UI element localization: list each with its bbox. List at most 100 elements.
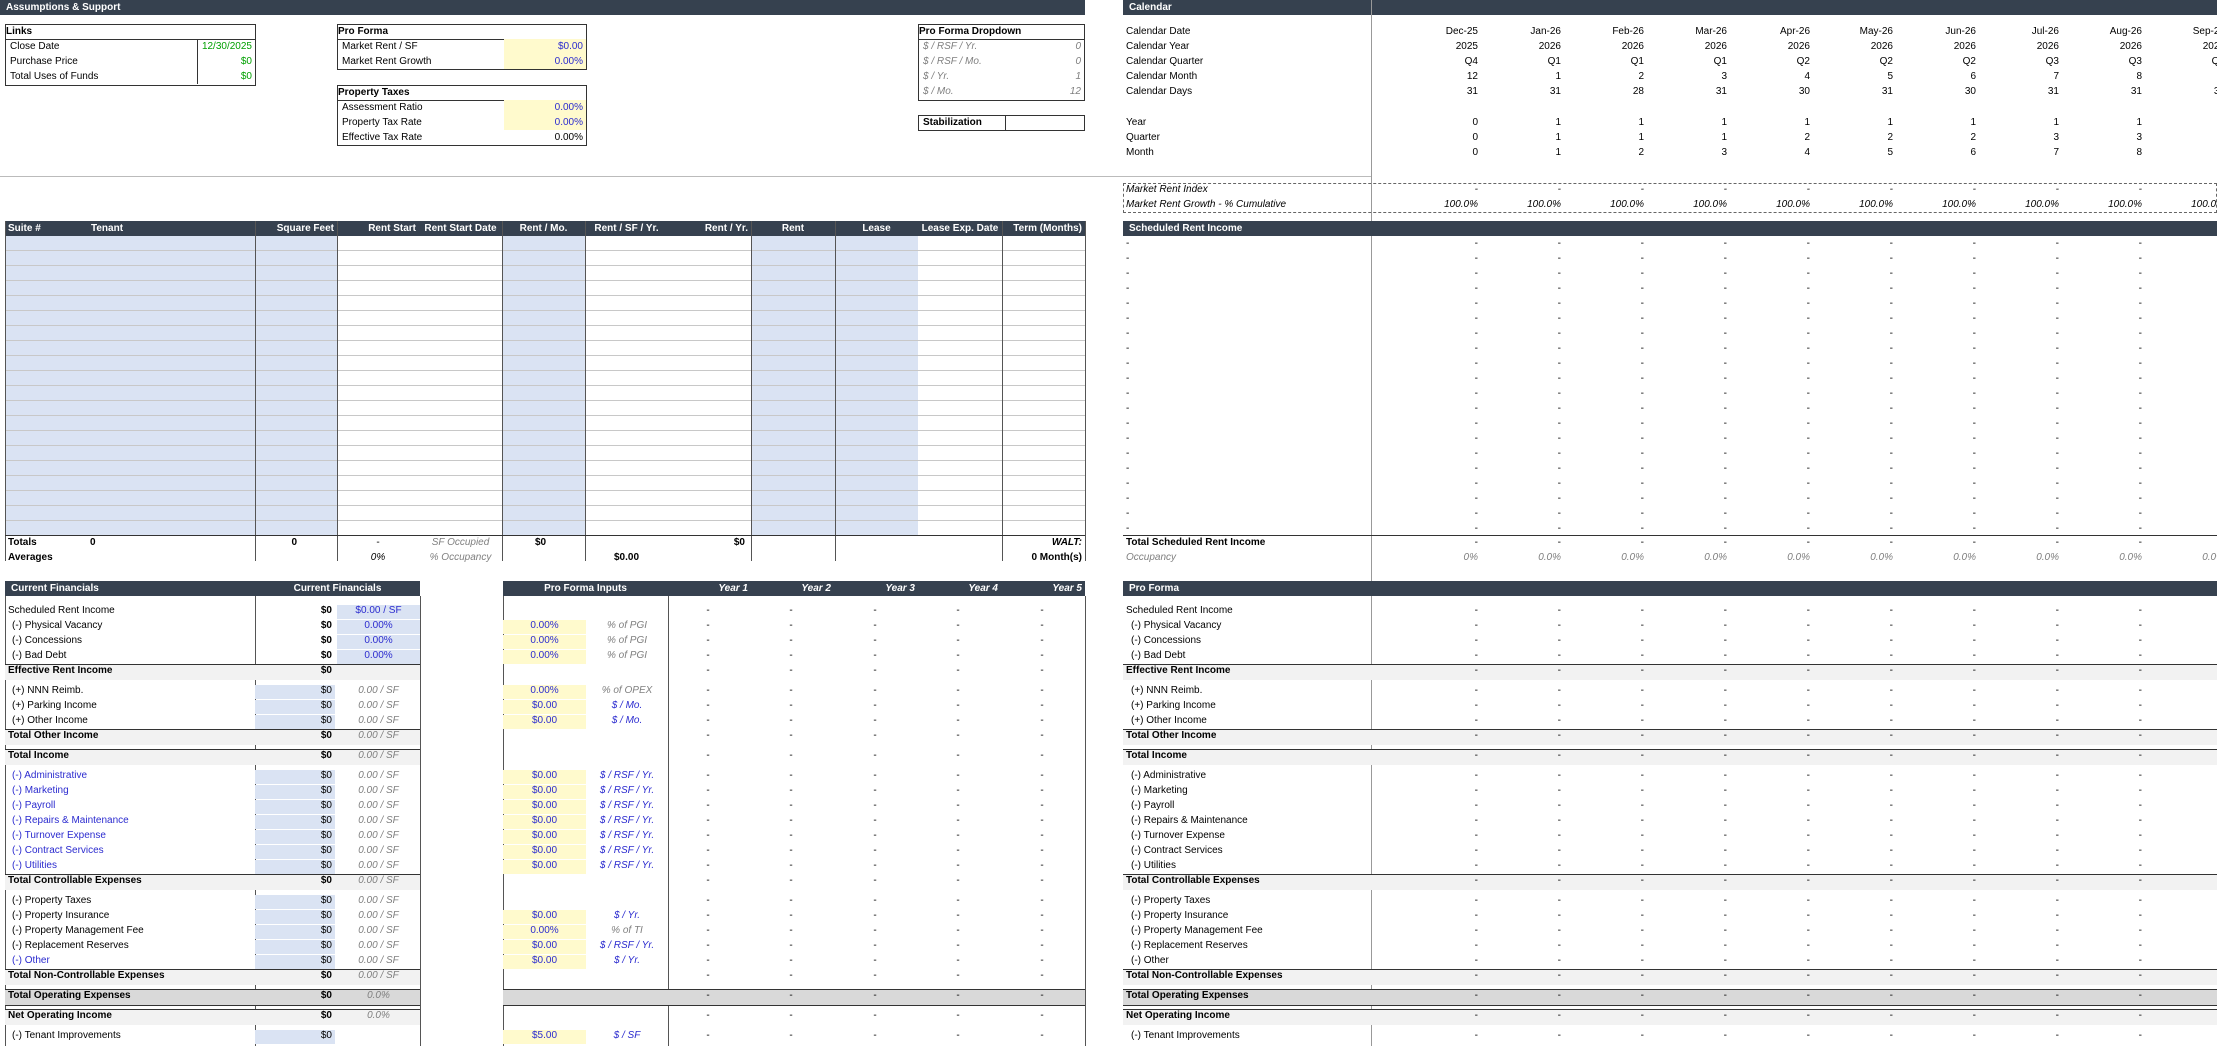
year-cell: - [789, 860, 793, 871]
proforma-row-input[interactable]: $0.00 [504, 39, 586, 54]
proforma-input-cell[interactable]: $0.00 [503, 770, 586, 784]
links-row-value[interactable]: 12/30/2025 [197, 39, 255, 54]
financial-row-value[interactable]: $0 [255, 910, 335, 924]
property-tax-value[interactable]: 0.00% [504, 100, 586, 115]
financial-row-value[interactable]: $0 [255, 770, 335, 784]
scheduled-cell: - [1889, 523, 1893, 534]
calendar-cell: 2026 [2036, 41, 2059, 52]
financial-row-label: Effective Rent Income [8, 665, 113, 676]
proforma-input-cell[interactable]: $0.00 [503, 715, 586, 729]
proforma-input-cell[interactable]: $0.00 [503, 955, 586, 969]
proforma-input-cell[interactable]: $0.00 [503, 845, 586, 859]
financial-row-value[interactable]: $0 [255, 895, 335, 909]
year-cell: - [1040, 700, 1044, 711]
proforma-cell: - [1474, 815, 1478, 826]
proforma-inputs-title: Pro Forma Inputs [544, 583, 627, 594]
financial-row-value[interactable]: $0 [255, 940, 335, 954]
proforma-input-cell[interactable]: $0.00 [503, 800, 586, 814]
scheduled-row-label: - [1126, 433, 1130, 444]
property-tax-value[interactable]: 0.00% [504, 115, 586, 130]
scheduled-cell: - [1889, 238, 1893, 249]
year-cell: - [873, 685, 877, 696]
scheduled-cell: - [1889, 508, 1893, 519]
proforma-cell: - [1640, 730, 1644, 741]
financial-row-value[interactable]: $0 [255, 860, 335, 874]
proforma-input-cell[interactable]: $5.00 [503, 1030, 586, 1044]
proforma-input-cell[interactable]: 0.00% [503, 635, 586, 649]
scheduled-row-label: - [1126, 418, 1130, 429]
financial-row-value[interactable]: $0 [255, 1030, 335, 1044]
proforma-input-cell[interactable]: 0.00% [503, 650, 586, 664]
proforma-input-cell[interactable]: $0.00 [503, 830, 586, 844]
proforma-cell: - [1557, 1030, 1561, 1041]
links-row-value[interactable]: $0 [197, 69, 255, 84]
financial-row-value[interactable]: $0 [255, 955, 335, 969]
proforma-cell: - [2055, 605, 2059, 616]
financial-row-value[interactable]: $0 [255, 700, 335, 714]
rent-roll-row-line [5, 490, 1085, 491]
proforma-cell: - [2138, 970, 2142, 981]
proforma-cell: - [1889, 620, 1893, 631]
financial-row-value[interactable]: $0 [255, 845, 335, 859]
scheduled-cell: - [1972, 328, 1976, 339]
year-cell: - [956, 1030, 960, 1041]
proforma-cell: - [1889, 715, 1893, 726]
proforma-cell: - [1557, 910, 1561, 921]
proforma-input-cell[interactable]: $0.00 [503, 700, 586, 714]
year-cell: - [706, 815, 710, 826]
scheduled-cell: - [2145, 358, 2217, 369]
year-cell: - [1040, 1010, 1044, 1021]
proforma-cell: - [1474, 635, 1478, 646]
financial-row-value[interactable]: $0 [255, 785, 335, 799]
proforma-input-cell[interactable]: $0.00 [503, 940, 586, 954]
scheduled-cell: - [1557, 358, 1561, 369]
rent-roll-row-line [5, 520, 1085, 521]
scheduled-cell: - [2055, 313, 2059, 324]
dropdown-row: $ / RSF / Mo. 0 [919, 54, 1084, 69]
financial-row-value[interactable]: $0 [255, 685, 335, 699]
proforma-cell: - [1474, 845, 1478, 856]
year-cell: - [789, 910, 793, 921]
scheduled-cell: - [2138, 328, 2142, 339]
proforma-cell: - [1723, 815, 1727, 826]
rent-roll-input-area[interactable] [751, 236, 835, 536]
scheduled-cell: - [2145, 268, 2217, 279]
proforma-cell: - [2055, 650, 2059, 661]
proforma-input-cell[interactable]: $0.00 [503, 785, 586, 799]
proforma-cell: - [2145, 1010, 2217, 1021]
proforma-cell: - [2138, 955, 2142, 966]
period-cell: 6 [1970, 147, 1976, 158]
financial-row-value[interactable]: $0 [255, 815, 335, 829]
proforma-input-cell[interactable]: $0.00 [503, 910, 586, 924]
year-cell: - [706, 860, 710, 871]
proforma-cell: - [1972, 605, 1976, 616]
scheduled-cell: - [1972, 313, 1976, 324]
proforma-input-cell[interactable]: $0.00 [503, 860, 586, 874]
rent-roll-input-area[interactable] [502, 236, 585, 536]
financial-row-value[interactable]: $0 [255, 830, 335, 844]
proforma-cell: - [1806, 650, 1810, 661]
year-cell: - [1040, 635, 1044, 646]
links-row-value[interactable]: $0 [197, 54, 255, 69]
proforma-input-cell[interactable]: $0.00 [503, 815, 586, 829]
market-rent-index-cell: - [1806, 184, 1810, 195]
financial-row-value[interactable]: $0 [255, 925, 335, 939]
scheduled-cell: - [1640, 253, 1644, 264]
financial-row-value[interactable]: $0 [255, 800, 335, 814]
scheduled-cell: - [1972, 298, 1976, 309]
proforma-input-cell[interactable]: 0.00% [503, 620, 586, 634]
scheduled-cell: - [1640, 343, 1644, 354]
proforma-cell: - [1806, 895, 1810, 906]
financial-row-value[interactable]: $0 [255, 715, 335, 729]
rent-roll-input-area[interactable] [5, 236, 337, 536]
period-cell: 1 [1887, 117, 1893, 128]
rent-roll-col-divider [5, 221, 6, 561]
proforma-input-cell[interactable]: 0.00% [503, 685, 586, 699]
year-cell: - [706, 650, 710, 661]
proforma-input-cell[interactable]: 0.00% [503, 925, 586, 939]
scheduled-cell: - [2145, 403, 2217, 414]
totals-occupied: SF Occupied [431, 537, 490, 548]
financial-row-metric: 0.00 / SF [358, 730, 399, 741]
proforma-row-input[interactable]: 0.00% [504, 54, 586, 69]
rent-roll-input-area[interactable] [835, 236, 918, 536]
